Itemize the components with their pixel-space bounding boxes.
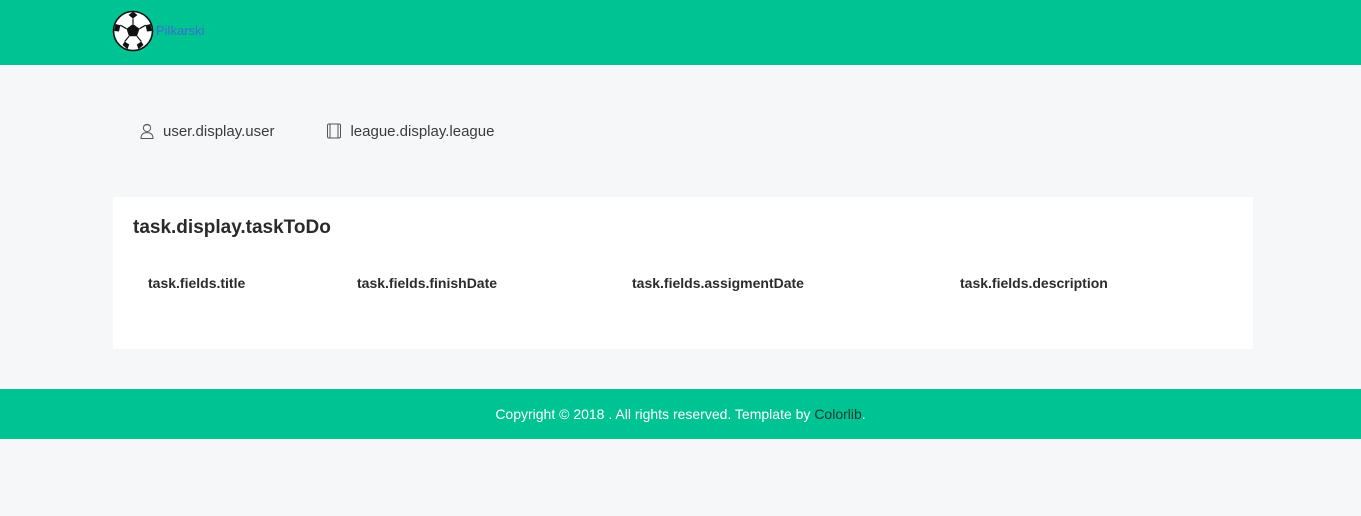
nav-item-user[interactable]: user.display.user [138, 121, 274, 141]
user-icon [140, 123, 154, 139]
main-nav: user.display.user league.display.league [138, 121, 545, 141]
column-header-description: task.fields.description [960, 275, 1108, 291]
brand-link[interactable]: Pilkarski [112, 10, 204, 52]
column-header-assignment-date: task.fields.assigmentDate [632, 275, 804, 291]
column-header-finish-date: task.fields.finishDate [357, 275, 498, 291]
tasks-card: task.display.taskToDo task.fields.title … [113, 197, 1253, 349]
nav-item-league-label[interactable]: league.display.league [350, 123, 494, 140]
nav-item-user-label[interactable]: user.display.user [163, 123, 274, 140]
footer-copyright: Copyright © 2018 . All rights reserved. … [495, 406, 815, 422]
column-header-title: task.fields.title [148, 275, 246, 291]
tasks-title: task.display.taskToDo [133, 217, 331, 238]
brand-name[interactable]: Pilkarski [156, 23, 204, 38]
footer-period: . [861, 406, 866, 422]
soccer-ball-icon [112, 10, 154, 52]
nav-item-league[interactable]: league.display.league [325, 121, 494, 141]
book-icon [327, 123, 342, 139]
footer: Copyright © 2018 . All rights reserved. … [0, 389, 1361, 439]
footer-colorlib-link[interactable]: Colorlib [814, 406, 861, 422]
top-header: Pilkarski [0, 0, 1361, 65]
